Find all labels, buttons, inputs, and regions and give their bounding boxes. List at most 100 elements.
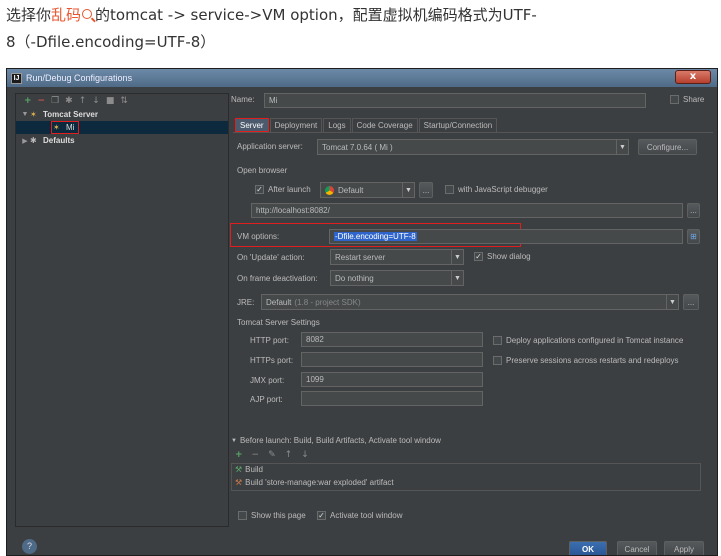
app-server-select[interactable]: Tomcat 7.0.64 ( Mi ) ▼ <box>317 139 629 155</box>
dropdown-arrow-icon[interactable]: ▼ <box>451 250 463 264</box>
vm-options-value: -Dfile.encoding=UTF-8 <box>334 232 417 241</box>
name-input[interactable]: Mi <box>264 93 646 108</box>
tree-node-tomcat-server[interactable]: ▼ ✶ Tomcat Server <box>16 108 228 121</box>
https-port-label: HTTPs port: <box>250 356 294 365</box>
collapsed-arrow-icon[interactable]: ▶ <box>20 137 30 145</box>
move-down-icon[interactable]: ↓ <box>92 96 100 106</box>
article-text: 选择你乱码 的tomcat -> service->VM option，配置虚拟机… <box>6 2 716 56</box>
app-server-label: Application server: <box>237 142 303 151</box>
config-tabs: Server Deployment Logs Code Coverage Sta… <box>235 118 498 132</box>
activate-tool-row[interactable]: ✓ Activate tool window <box>317 511 402 520</box>
move-task-down-icon[interactable]: ↓ <box>301 450 309 460</box>
tree-node-defaults[interactable]: ▶ ✱ Defaults <box>16 134 228 147</box>
url-more-button[interactable]: ... <box>687 203 700 218</box>
jre-more-button[interactable]: ... <box>683 294 699 310</box>
on-update-value: Restart server <box>335 252 386 262</box>
remove-task-icon[interactable]: − <box>252 450 260 460</box>
jre-select[interactable]: Default (1.8 - project SDK) ▼ <box>261 294 679 310</box>
ajp-port-input[interactable] <box>301 391 483 406</box>
settings-icon[interactable]: ✱ <box>65 96 73 106</box>
expand-editor-icon[interactable]: ⊞ <box>687 229 700 244</box>
tree-label-tomcat-server: Tomcat Server <box>43 110 98 119</box>
apply-button[interactable]: Apply <box>664 541 704 555</box>
article-line1-pre: 选择你 <box>6 6 52 24</box>
js-debugger-row[interactable]: with JavaScript debugger <box>445 185 548 194</box>
preserve-row[interactable]: Preserve sessions across restarts and re… <box>493 356 679 365</box>
activate-tool-checkbox[interactable]: ✓ <box>317 511 326 520</box>
collapse-arrow-icon[interactable]: ▼ <box>231 438 237 444</box>
config-tree-panel: + − ❐ ✱ ↑ ↓ ■ ⇅ ▼ ✶ Tomcat Server ✶ Mi ▶… <box>15 93 229 527</box>
dropdown-arrow-icon[interactable]: ▼ <box>451 271 463 285</box>
before-launch-header[interactable]: ▼ Before launch: Build, Build Artifacts,… <box>231 436 441 445</box>
browser-more-button[interactable]: ... <box>419 182 433 198</box>
tab-code-coverage[interactable]: Code Coverage <box>351 118 418 132</box>
remove-icon[interactable]: − <box>38 96 46 106</box>
after-launch-label: After launch <box>268 185 311 194</box>
http-port-input[interactable]: 8082 <box>301 332 483 347</box>
http-port-label: HTTP port: <box>250 336 289 345</box>
tab-deployment[interactable]: Deployment <box>269 118 323 132</box>
list-item-build-artifact[interactable]: ⚒ Build 'store-manage:war exploded' arti… <box>235 478 394 487</box>
move-up-icon[interactable]: ↑ <box>79 96 87 106</box>
after-launch-row[interactable]: ✓ After launch <box>255 185 311 194</box>
keyword-link[interactable]: 乱码 <box>51 6 81 24</box>
show-page-checkbox[interactable] <box>238 511 247 520</box>
list-item-build[interactable]: ⚒ Build <box>235 465 263 474</box>
share-checkbox[interactable] <box>670 95 679 104</box>
tree-toolbar: + − ❐ ✱ ↑ ↓ ■ ⇅ <box>16 94 228 108</box>
dropdown-arrow-icon[interactable]: ▼ <box>666 295 678 309</box>
show-dialog-checkbox[interactable]: ✓ <box>474 252 483 261</box>
preserve-label: Preserve sessions across restarts and re… <box>506 356 679 365</box>
jre-label: JRE: <box>237 298 255 307</box>
defaults-icon: ✱ <box>30 135 37 145</box>
preserve-checkbox[interactable] <box>493 356 502 365</box>
show-page-row[interactable]: Show this page <box>238 511 306 520</box>
copy-icon[interactable]: ❐ <box>51 96 59 106</box>
help-button[interactable]: ? <box>22 539 37 554</box>
deploy-checkbox[interactable] <box>493 336 502 345</box>
edit-task-icon[interactable]: ✎ <box>268 450 276 460</box>
on-update-label-text: On 'Update' action: <box>237 253 305 262</box>
build-label: Build <box>245 465 263 474</box>
share-checkbox-row[interactable]: Share <box>670 95 704 104</box>
build-icon: ⚒ <box>235 465 243 474</box>
dialog-title: Run/Debug Configurations <box>26 73 133 83</box>
on-update-select[interactable]: Restart server ▼ <box>330 249 464 265</box>
jmx-port-input[interactable]: 1099 <box>301 372 483 387</box>
tab-startup-connection[interactable]: Startup/Connection <box>418 118 498 132</box>
dropdown-arrow-icon[interactable]: ▼ <box>402 183 414 197</box>
cancel-button[interactable]: Cancel <box>617 541 657 555</box>
jmx-port-label: JMX port: <box>250 376 285 385</box>
vm-options-input[interactable]: -Dfile.encoding=UTF-8 <box>329 229 683 244</box>
add-task-icon[interactable]: + <box>235 450 243 460</box>
expanded-arrow-icon[interactable]: ▼ <box>20 111 30 118</box>
https-port-input[interactable] <box>301 352 483 367</box>
tree-node-mi[interactable]: ✶ Mi <box>16 121 228 134</box>
move-task-up-icon[interactable]: ↑ <box>285 450 293 460</box>
after-launch-checkbox[interactable]: ✓ <box>255 185 264 194</box>
artifact-icon: ⚒ <box>235 478 243 487</box>
js-debugger-checkbox[interactable] <box>445 185 454 194</box>
dropdown-arrow-icon[interactable]: ▼ <box>616 140 628 154</box>
url-input[interactable]: http://localhost:8082/ <box>251 203 683 218</box>
on-frame-value: Do nothing <box>335 273 374 283</box>
deploy-row[interactable]: Deploy applications configured in Tomcat… <box>493 336 683 345</box>
sort-icon[interactable]: ⇅ <box>120 96 128 106</box>
ok-button[interactable]: OK <box>569 541 607 555</box>
tab-logs[interactable]: Logs <box>323 118 351 132</box>
close-button[interactable]: x <box>675 70 711 84</box>
tab-server[interactable]: Server <box>235 118 269 132</box>
on-frame-label: On frame deactivation: <box>237 274 318 283</box>
on-frame-select[interactable]: Do nothing ▼ <box>330 270 464 286</box>
before-launch-list: ⚒ Build ⚒ Build 'store-manage:war explod… <box>231 463 701 491</box>
app-server-value: Tomcat 7.0.64 ( Mi ) <box>322 142 393 152</box>
add-icon[interactable]: + <box>24 96 32 106</box>
tomcat-icon: ✶ <box>30 109 37 119</box>
search-icon[interactable] <box>82 9 93 19</box>
show-dialog-row[interactable]: ✓ Show dialog <box>474 252 531 261</box>
configure-button[interactable]: Configure... <box>638 139 697 155</box>
deploy-label: Deploy applications configured in Tomcat… <box>506 336 684 345</box>
browser-select[interactable]: Default ▼ <box>320 182 415 198</box>
folder-icon[interactable]: ■ <box>106 96 115 106</box>
dialog-titlebar: IJ Run/Debug Configurations <box>7 69 717 87</box>
